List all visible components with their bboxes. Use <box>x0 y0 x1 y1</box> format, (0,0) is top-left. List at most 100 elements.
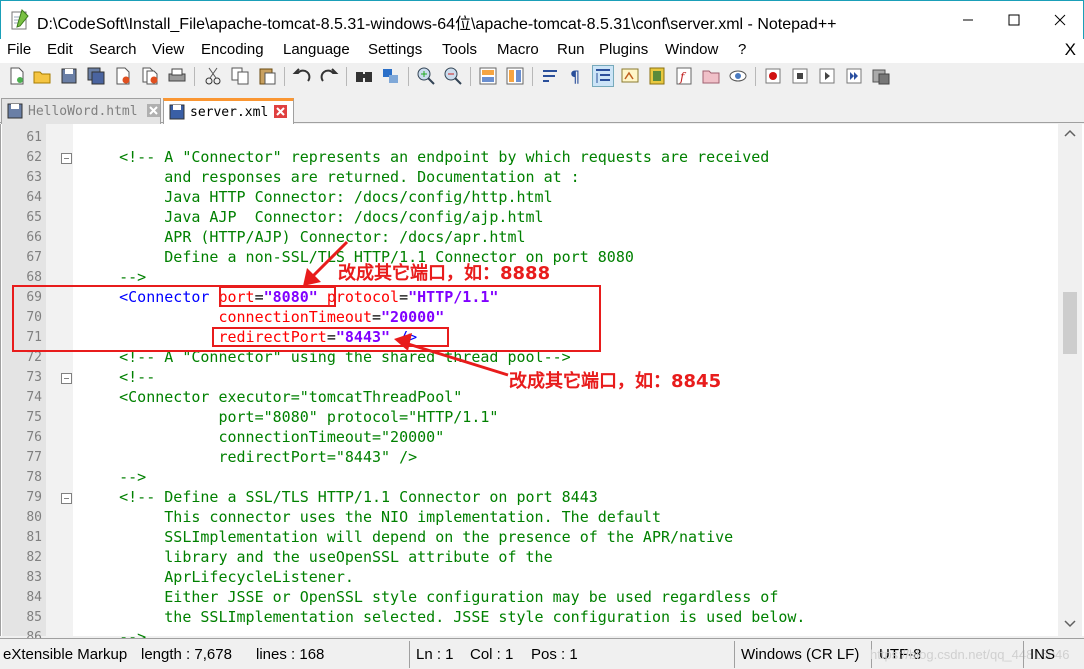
tab-helloword-html[interactable]: HelloWord.html <box>1 98 161 124</box>
line-number: 62 <box>26 150 42 165</box>
menu-help[interactable]: ? <box>738 41 746 58</box>
tab-close-icon[interactable] <box>147 104 160 117</box>
cut-icon[interactable] <box>203 66 223 86</box>
sync-horizontal-icon[interactable] <box>505 66 525 86</box>
code-line[interactable]: 62 <!-- A "Connector" represents an endp… <box>1 147 1061 167</box>
monitoring-icon[interactable] <box>728 66 748 86</box>
fold-toggle-icon[interactable] <box>61 153 72 164</box>
status-separator <box>1023 641 1024 668</box>
close-all-icon[interactable] <box>140 66 160 86</box>
replace-icon[interactable] <box>381 66 401 86</box>
menu-edit[interactable]: Edit <box>47 41 73 58</box>
status-line-number: Ln : 1 <box>416 646 454 663</box>
find-icon[interactable] <box>354 66 374 86</box>
menu-language[interactable]: Language <box>283 41 350 58</box>
close-window-button[interactable] <box>1037 1 1083 39</box>
tab-label: server.xml <box>190 105 269 120</box>
menu-view[interactable]: View <box>152 41 184 58</box>
port-change-note: 改成其它端口，如：8888 <box>338 263 551 284</box>
menu-file[interactable]: File <box>7 41 31 58</box>
new-file-icon[interactable] <box>7 66 27 86</box>
redirect-port-highlight-box <box>212 327 449 347</box>
document-map-icon[interactable] <box>647 66 667 86</box>
code-line[interactable]: 61 <box>1 127 1061 147</box>
code-line[interactable]: 64 Java HTTP Connector: /docs/config/htt… <box>1 187 1061 207</box>
user-language-icon[interactable] <box>620 66 640 86</box>
line-number: 67 <box>26 250 42 265</box>
code-line[interactable]: 81 SSLImplementation will depend on the … <box>1 527 1061 547</box>
zoom-out-icon[interactable] <box>443 66 463 86</box>
playback-icon[interactable] <box>817 66 837 86</box>
code-line[interactable]: 79 <!-- Define a SSL/TLS HTTP/1.1 Connec… <box>1 487 1061 507</box>
line-code: --> <box>83 468 146 486</box>
tab-server-xml[interactable]: server.xml <box>163 98 294 125</box>
save-macro-icon[interactable] <box>871 66 891 86</box>
code-token: AprLifecycleListener. <box>83 568 354 586</box>
line-number: 66 <box>26 230 42 245</box>
code-line[interactable]: 83 AprLifecycleListener. <box>1 567 1061 587</box>
vertical-scrollbar[interactable] <box>1058 124 1082 636</box>
maximize-icon <box>1008 14 1020 26</box>
paste-icon[interactable] <box>257 66 277 86</box>
sync-vertical-icon[interactable] <box>478 66 498 86</box>
scroll-down-icon[interactable] <box>1064 619 1076 629</box>
scrollbar-thumb[interactable] <box>1063 292 1077 354</box>
close-file-icon[interactable] <box>113 66 133 86</box>
line-code: APR (HTTP/AJP) Connector: /docs/apr.html <box>83 228 525 246</box>
line-number: 78 <box>26 470 42 485</box>
menu-encoding[interactable]: Encoding <box>201 41 264 58</box>
menu-search[interactable]: Search <box>89 41 137 58</box>
menu-window[interactable]: Window <box>665 41 718 58</box>
undo-icon[interactable] <box>292 66 312 86</box>
record-macro-icon[interactable] <box>763 66 783 86</box>
folder-workspace-icon[interactable] <box>701 66 721 86</box>
code-token: <Connector executor="tomcatThreadPool" <box>83 388 463 406</box>
save-icon[interactable] <box>59 66 79 86</box>
minimize-button[interactable] <box>945 1 991 39</box>
line-code: <!-- Define a SSL/TLS HTTP/1.1 Connector… <box>83 488 598 506</box>
status-eol-format[interactable]: Windows (CR LF) <box>741 646 859 663</box>
code-line[interactable]: 66 APR (HTTP/AJP) Connector: /docs/apr.h… <box>1 227 1061 247</box>
stop-recording-icon[interactable] <box>790 66 810 86</box>
line-number: 85 <box>26 610 42 625</box>
code-line[interactable]: 78 --> <box>1 467 1061 487</box>
fold-toggle-icon[interactable] <box>61 493 72 504</box>
code-line[interactable]: 80 This connector uses the NIO implement… <box>1 507 1061 527</box>
line-code: Java HTTP Connector: /docs/config/http.h… <box>83 188 552 206</box>
menu-run[interactable]: Run <box>557 41 585 58</box>
zoom-in-icon[interactable] <box>416 66 436 86</box>
menu-tools[interactable]: Tools <box>442 41 477 58</box>
maximize-button[interactable] <box>991 1 1037 39</box>
tab-close-icon[interactable] <box>274 105 287 118</box>
code-line[interactable]: 76 connectionTimeout="20000" <box>1 427 1061 447</box>
status-insert-mode[interactable]: INS <box>1030 646 1055 663</box>
code-line[interactable]: 65 Java AJP Connector: /docs/config/ajp.… <box>1 207 1061 227</box>
menu-plugins[interactable]: Plugins <box>599 41 648 58</box>
save-all-icon[interactable] <box>86 66 106 86</box>
code-line[interactable]: 77 redirectPort="8443" /> <box>1 447 1061 467</box>
show-all-characters-icon[interactable]: ¶ <box>566 66 586 86</box>
menu-macro[interactable]: Macro <box>497 41 539 58</box>
code-token: --> <box>83 468 147 486</box>
menu-settings[interactable]: Settings <box>368 41 422 58</box>
code-line[interactable]: 82 library and the useOpenSSL attribute … <box>1 547 1061 567</box>
fold-toggle-icon[interactable] <box>61 373 72 384</box>
close-document-button[interactable]: X <box>1065 40 1076 60</box>
line-code: port="8080" protocol="HTTP/1.1" <box>83 408 498 426</box>
function-list-icon[interactable]: f <box>674 66 694 86</box>
run-macro-multiple-icon[interactable] <box>844 66 864 86</box>
code-line[interactable]: 63 and responses are returned. Documenta… <box>1 167 1061 187</box>
copy-icon[interactable] <box>230 66 250 86</box>
redo-icon[interactable] <box>319 66 339 86</box>
print-icon[interactable] <box>167 66 187 86</box>
code-line[interactable]: 84 Either JSSE or OpenSSL style configur… <box>1 587 1061 607</box>
open-file-icon[interactable] <box>32 66 52 86</box>
indent-guide-icon[interactable] <box>592 65 614 87</box>
line-number: 68 <box>26 270 42 285</box>
scroll-up-icon[interactable] <box>1064 128 1076 138</box>
code-line[interactable]: 85 the SSLImplementation selected. JSSE … <box>1 607 1061 627</box>
line-number: 83 <box>26 570 42 585</box>
word-wrap-icon[interactable] <box>540 66 560 86</box>
redirect-port-change-note: 改成其它端口，如：8845 <box>509 371 722 392</box>
code-line[interactable]: 75 port="8080" protocol="HTTP/1.1" <box>1 407 1061 427</box>
